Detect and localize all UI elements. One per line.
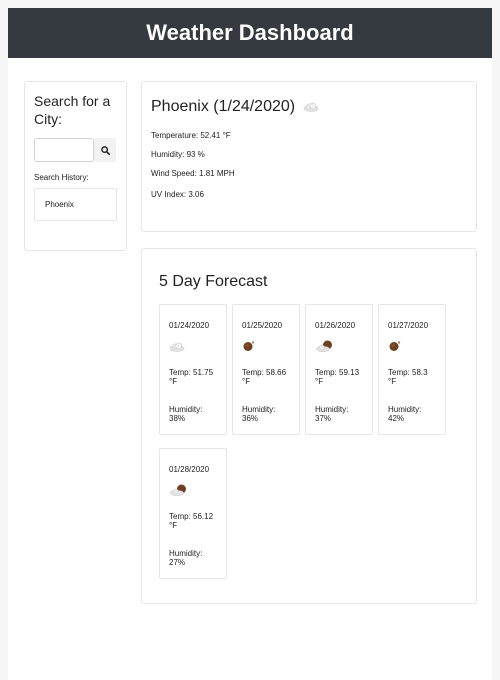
forecast-humidity: Humidity: 27% <box>169 549 203 567</box>
forecast-title: 5 Day Forecast <box>159 273 268 290</box>
current-temperature: Temperature: 52.41 °F <box>151 131 231 140</box>
forecast-date: 01/26/2020 <box>315 321 356 330</box>
current-humidity: Humidity: 93 % <box>151 150 205 159</box>
forecast-humidity: Humidity: 38% <box>169 405 203 423</box>
search-button[interactable] <box>94 138 116 162</box>
current-city-title: Phoenix (1/24/2020) <box>151 98 296 115</box>
forecast-day: 01/25/2020 Temp: 58.66 °F Humidity: 36% <box>232 304 300 435</box>
forecast-temp: Temp: 58.3 °F <box>388 368 428 386</box>
search-panel: Search for a City: Search History: Phoen… <box>24 81 127 251</box>
forecast-day: 01/26/2020 Temp: 59.13 °F Humidity: 37% <box>305 304 373 435</box>
app-header: Weather Dashboard <box>8 8 492 58</box>
forecast-grid: 01/24/2020 Temp: 51.75 °F Humidity: 38% … <box>159 304 459 579</box>
night-cloud-icon <box>316 340 332 352</box>
forecast-temp: Temp: 59.13 °F <box>315 368 360 386</box>
night-cloud-icon <box>170 484 186 496</box>
forecast-panel: 5 Day Forecast 01/24/2020 Temp: 51.75 °F… <box>141 248 477 604</box>
forecast-day: 01/24/2020 Temp: 51.75 °F Humidity: 38% <box>159 304 227 435</box>
forecast-humidity: Humidity: 37% <box>315 405 349 423</box>
current-uv-index: UV Index: 3.06 <box>151 190 204 199</box>
forecast-temp: Temp: 58.66 °F <box>242 368 287 386</box>
current-wind-speed: Wind Speed: 1.81 MPH <box>151 169 235 178</box>
search-history-label: Search History: <box>34 173 89 182</box>
search-icon <box>100 145 110 155</box>
forecast-humidity: Humidity: 42% <box>388 405 422 423</box>
page-title: Weather Dashboard <box>146 20 354 45</box>
forecast-date: 01/27/2020 <box>388 321 429 330</box>
forecast-temp: Temp: 56.12 °F <box>169 512 214 530</box>
current-weather-panel: Phoenix (1/24/2020) Temperature: 52.41 °… <box>141 81 477 232</box>
forecast-date: 01/24/2020 <box>169 321 210 330</box>
search-row <box>34 138 117 162</box>
night-clear-icon <box>389 341 401 351</box>
city-search-input[interactable] <box>34 138 94 162</box>
forecast-humidity: Humidity: 36% <box>242 405 276 423</box>
forecast-date: 01/28/2020 <box>169 465 210 474</box>
app-frame: Weather Dashboard Search for a City: Sea… <box>8 8 492 680</box>
forecast-day: 01/28/2020 Temp: 56.12 °F Humidity: 27% <box>159 448 227 579</box>
search-title: Search for a City: <box>34 93 111 127</box>
forecast-date: 01/25/2020 <box>242 321 283 330</box>
forecast-temp: Temp: 51.75 °F <box>169 368 214 386</box>
cloud-icon <box>303 102 319 112</box>
forecast-day: 01/27/2020 Temp: 58.3 °F Humidity: 42% <box>378 304 446 435</box>
history-item-phoenix[interactable]: Phoenix <box>34 188 117 221</box>
cloud-icon <box>169 342 185 352</box>
night-clear-icon <box>243 341 255 351</box>
current-city-heading: Phoenix (1/24/2020) <box>151 98 467 116</box>
